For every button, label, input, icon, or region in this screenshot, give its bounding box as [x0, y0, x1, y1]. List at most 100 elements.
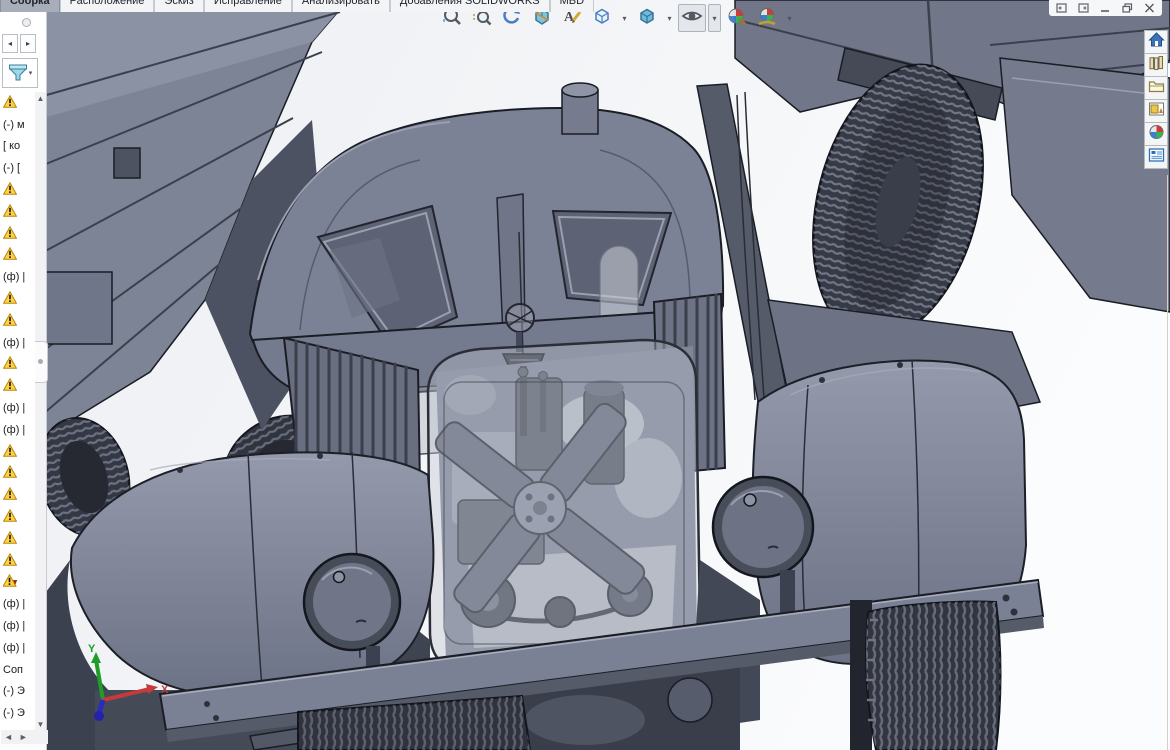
panel-splitter-handle[interactable] — [35, 341, 48, 383]
minimize-button[interactable] — [1099, 2, 1112, 14]
tree-item-label: (-) [ — [3, 162, 20, 174]
tree-item-label: (-) м — [3, 119, 25, 131]
warning-icon — [3, 182, 17, 198]
appearances-scenes-icon — [1148, 124, 1165, 145]
tree-item[interactable] — [1, 310, 35, 332]
tree-item[interactable] — [1, 354, 35, 376]
hide-show-items-dropdown[interactable]: ▾ — [708, 4, 721, 32]
tree-item[interactable]: (-) м — [1, 114, 35, 136]
tree-item[interactable]: (-) Э — [1, 681, 35, 703]
radiator-grille[interactable] — [428, 340, 700, 668]
tree-item[interactable] — [1, 463, 35, 485]
tree-item-label: (ф) | — [3, 271, 25, 283]
solidworks-window: { "command_tabs": { "items": [ {"label":… — [0, 0, 1170, 750]
tree-item[interactable] — [1, 201, 35, 223]
view-orientation-dropdown[interactable]: ▾ — [618, 4, 631, 32]
tree-item[interactable] — [1, 550, 35, 572]
warning-icon — [3, 291, 17, 307]
hide-show-items-button[interactable] — [678, 4, 706, 32]
tab-Расположение[interactable]: Расположение — [60, 0, 155, 12]
edit-appearance-icon — [727, 6, 747, 31]
tree-item[interactable]: (ф) | — [1, 397, 35, 419]
tree-vertical-scrollbar[interactable]: ▲ ▼ — [35, 92, 46, 744]
tree-item[interactable] — [1, 288, 35, 310]
tree-item[interactable]: (ф) | — [1, 266, 35, 288]
warning-icon — [3, 313, 17, 329]
apply-scene-icon — [757, 6, 777, 31]
tab-Сборка[interactable]: Сборка — [0, 0, 60, 12]
tree-item[interactable]: [ ко — [1, 136, 35, 158]
graphics-area[interactable]: Y X — [0, 0, 1170, 750]
tree-item[interactable] — [1, 572, 35, 594]
doc-window-previous-button[interactable] — [1055, 2, 1068, 14]
tree-item[interactable]: (ф) | — [1, 332, 35, 354]
restore-button[interactable] — [1121, 2, 1134, 14]
tree-item-label: (ф) | — [3, 337, 25, 349]
view-palette-button[interactable] — [1144, 99, 1168, 123]
edit-appearance-button[interactable] — [723, 4, 751, 32]
tree-item[interactable] — [1, 245, 35, 267]
tree-item[interactable] — [1, 528, 35, 550]
solidworks-resources-icon — [1148, 32, 1165, 53]
display-style-icon — [637, 6, 657, 31]
doc-window-next-button[interactable] — [1077, 2, 1090, 14]
hide-show-items-icon — [681, 6, 703, 31]
filter-dropdown-caret[interactable]: ▾ — [29, 69, 33, 77]
tree-item[interactable] — [1, 484, 35, 506]
tree-item[interactable] — [1, 92, 35, 114]
view-palette-icon — [1148, 101, 1165, 122]
display-style-dropdown[interactable]: ▾ — [663, 4, 676, 32]
view-orientation-icon — [592, 6, 612, 31]
apply-scene-button[interactable] — [753, 4, 781, 32]
warning-icon — [3, 95, 17, 111]
close-button[interactable] — [1143, 2, 1156, 14]
file-explorer-button[interactable] — [1144, 76, 1168, 100]
front-wheel-right[interactable] — [850, 600, 1001, 750]
panel-nav-right-button[interactable]: ▸ — [20, 34, 36, 53]
appearances-scenes-button[interactable] — [1144, 122, 1168, 146]
tree-item-label: Соп — [3, 664, 23, 676]
tab-MBD[interactable]: MBD — [550, 0, 594, 12]
tree-item[interactable]: (ф) | — [1, 637, 35, 659]
tree-item[interactable] — [1, 179, 35, 201]
tree-item[interactable] — [1, 506, 35, 528]
scroll-up-button[interactable]: ▲ — [35, 92, 46, 104]
tree-item[interactable] — [1, 441, 35, 463]
solidworks-resources-button[interactable] — [1144, 30, 1168, 54]
panel-nav-left-button[interactable]: ◂ — [2, 34, 18, 53]
warning-icon — [3, 531, 17, 547]
warning-icon — [3, 226, 17, 242]
scroll-left-button[interactable]: ◄ — [4, 732, 13, 742]
tab-Анализировать[interactable]: Анализировать — [292, 0, 390, 12]
design-library-button[interactable] — [1144, 53, 1168, 77]
tree-item[interactable]: (-) Э — [1, 702, 35, 724]
warning-icon — [3, 356, 17, 372]
task-pane — [1144, 30, 1168, 168]
warning-down-icon — [3, 574, 18, 590]
tree-filter-button[interactable]: ▾ — [2, 58, 38, 88]
task-pane-edge — [1167, 175, 1168, 750]
tree-item[interactable]: (ф) | — [1, 419, 35, 441]
tree-item-label: (-) Э — [3, 707, 25, 719]
warning-icon — [3, 465, 17, 481]
warning-icon — [3, 509, 17, 525]
custom-properties-button[interactable] — [1144, 145, 1168, 169]
triad-y-label: Y — [88, 643, 96, 655]
tree-item[interactable]: (ф) | — [1, 615, 35, 637]
tree-item[interactable]: (-) [ — [1, 157, 35, 179]
display-style-button[interactable] — [633, 4, 661, 32]
warning-icon — [3, 487, 17, 503]
tree-horizontal-scrollbar[interactable]: ◄ ► — [1, 730, 48, 744]
tab-Исправление[interactable]: Исправление — [204, 0, 292, 12]
tab-Эскиз[interactable]: Эскиз — [154, 0, 203, 12]
scroll-down-button[interactable]: ▼ — [35, 718, 46, 730]
tab-Добавления SOLIDWORKS[interactable]: Добавления SOLIDWORKS — [390, 0, 550, 12]
feature-tree: (-) м[ ко(-) [(ф) |(ф) |(ф) |(ф) |(ф) |(… — [1, 92, 35, 738]
tree-item[interactable]: (ф) | — [1, 593, 35, 615]
apply-scene-dropdown[interactable]: ▾ — [783, 4, 796, 32]
tree-item-label: (ф) | — [3, 424, 25, 436]
scroll-right-button[interactable]: ► — [19, 732, 28, 742]
tree-item[interactable]: Соп — [1, 659, 35, 681]
tree-item[interactable] — [1, 375, 35, 397]
tree-item[interactable] — [1, 223, 35, 245]
